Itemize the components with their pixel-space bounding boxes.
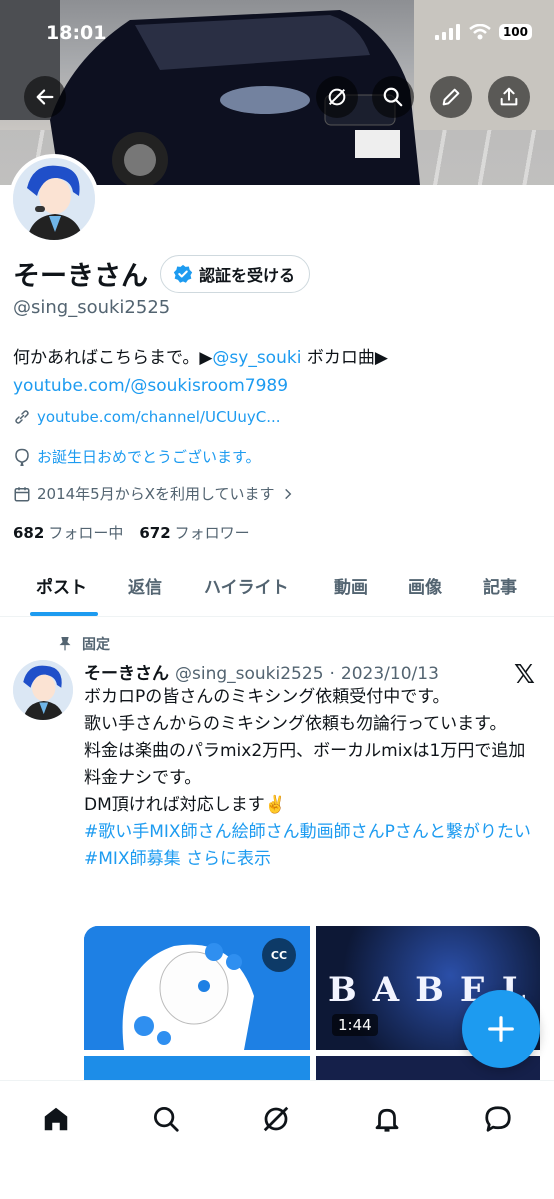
follow-counts: 682 フォロー中 672 フォロワー <box>13 522 250 543</box>
plus-icon <box>488 1016 514 1042</box>
active-tab-indicator <box>30 612 98 616</box>
nav-notifications[interactable] <box>367 1099 407 1139</box>
profile-bio: 何かあればこちらまで。▶@sy_souki ボカロ曲▶ youtube.com/… <box>13 344 533 400</box>
media-image-1[interactable]: CC <box>84 926 310 1050</box>
wifi-icon <box>469 24 491 40</box>
cc-badge: CC <box>262 938 296 972</box>
post-separator: · <box>329 664 335 684</box>
post-header: そーきさん @sing_souki2525 · 2023/10/13 <box>84 659 439 684</box>
pin-icon <box>59 637 71 651</box>
following-link[interactable]: 682 フォロー中 <box>13 522 123 543</box>
battery-indicator: 100 <box>498 24 532 40</box>
pinned-label: 固定 <box>58 634 110 654</box>
share-button[interactable] <box>488 76 530 118</box>
following-count: 682 <box>13 524 45 542</box>
profile-website-row: youtube.com/channel/UCUuyC... <box>13 408 281 426</box>
tab-highlights[interactable]: ハイライト <box>204 573 289 598</box>
tab-posts[interactable]: ポスト <box>36 573 87 598</box>
tab-images[interactable]: 画像 <box>408 573 442 598</box>
bio-text-2: ボカロ曲▶ <box>301 348 388 368</box>
post-author-name[interactable]: そーきさん <box>84 659 169 684</box>
profile-handle: @sing_souki2525 <box>13 297 171 318</box>
followers-count: 672 <box>139 524 171 542</box>
followers-link[interactable]: 672 フォロワー <box>139 522 249 543</box>
status-icons: 100 <box>434 24 532 40</box>
followers-label: フォロワー <box>174 524 250 542</box>
profile-birthday-row: お誕生日おめでとうございます。 <box>13 446 261 467</box>
get-verified-label: 認証を受ける <box>199 265 296 285</box>
arrow-left-icon <box>36 89 54 105</box>
bottom-nav <box>0 1080 554 1199</box>
pinned-text: 固定 <box>82 637 110 653</box>
status-bar: 18:01 100 <box>0 18 554 52</box>
post-line: ボカロPの皆さんのミキシング依頼受付中です。 <box>84 687 450 707</box>
post-date[interactable]: 2023/10/13 <box>341 664 439 684</box>
post-hashtag[interactable]: #歌い手MIX師さん絵師さん動画師さんPさんと繋がりたい <box>84 819 540 846</box>
following-label: フォロー中 <box>48 524 124 542</box>
post-line: 料金は楽曲のパラmix2万円、ボーカルmixは1万円で追加料金ナシです。 <box>84 741 526 788</box>
avatar-illustration <box>13 660 73 720</box>
signal-icon <box>434 24 460 40</box>
nav-grok[interactable] <box>256 1099 296 1139</box>
share-icon <box>500 87 518 106</box>
home-icon <box>44 1107 68 1131</box>
post-line: DM頂ければ対応します✌️ <box>84 795 286 815</box>
grok-icon <box>263 1106 289 1132</box>
video-duration: 1:44 <box>332 1014 378 1036</box>
chat-bubble-icon <box>485 1106 511 1132</box>
profile-website-link[interactable]: youtube.com/channel/UCUuyC... <box>37 408 281 426</box>
profile-avatar[interactable] <box>9 154 99 244</box>
post-author-handle[interactable]: @sing_souki2525 <box>175 664 324 684</box>
nav-messages[interactable] <box>478 1099 518 1139</box>
search-icon <box>383 87 403 107</box>
verified-badge-icon <box>173 264 193 283</box>
profile-tabs: ポスト 返信 ハイライト 動画 画像 記事 <box>0 565 554 617</box>
nav-explore[interactable] <box>146 1099 186 1139</box>
profile-birthday-link[interactable]: お誕生日おめでとうございます。 <box>37 446 261 467</box>
pencil-icon <box>442 88 460 106</box>
profile-display-name: そーきさん <box>13 261 148 292</box>
show-more-link[interactable]: さらに表示 <box>186 849 271 869</box>
search-button[interactable] <box>372 76 414 118</box>
chevron-right-icon <box>284 488 291 499</box>
balloon-icon <box>15 448 29 466</box>
avatar-illustration <box>13 158 95 240</box>
tab-articles[interactable]: 記事 <box>483 573 517 598</box>
profile-joined-row[interactable]: 2014年5月からXを利用しています <box>13 483 295 504</box>
calendar-icon <box>14 486 30 501</box>
edit-button[interactable] <box>430 76 472 118</box>
profile-name-row: そーきさん 認証を受ける <box>13 254 311 293</box>
grok-icon <box>328 88 346 106</box>
grok-button[interactable] <box>316 76 358 118</box>
search-icon <box>154 1107 179 1132</box>
post-line: 歌い手さんからのミキシング依頼も勿論行っています。 <box>84 714 507 734</box>
post-text: ボカロPの皆さんのミキシング依頼受付中です。 歌い手さんからのミキシング依頼も勿… <box>84 684 540 873</box>
nav-home[interactable] <box>36 1099 76 1139</box>
back-button[interactable] <box>24 76 66 118</box>
bio-mention-link[interactable]: @sy_souki <box>212 348 301 368</box>
link-icon <box>15 410 29 424</box>
compose-button[interactable] <box>462 990 540 1068</box>
profile-joined-text: 2014年5月からXを利用しています <box>37 485 275 503</box>
get-verified-button[interactable]: 認証を受ける <box>160 254 311 293</box>
bell-icon <box>375 1108 399 1132</box>
post-author-avatar[interactable] <box>13 660 73 720</box>
status-time: 18:01 <box>46 22 107 44</box>
tab-videos[interactable]: 動画 <box>334 573 368 598</box>
post-hashtag[interactable]: #MIX師募集 <box>84 849 181 869</box>
bio-text: 何かあればこちらまで。▶ <box>13 348 213 368</box>
tab-replies[interactable]: 返信 <box>128 573 162 598</box>
bio-youtube-link[interactable]: youtube.com/@soukisroom7989 <box>13 376 288 396</box>
